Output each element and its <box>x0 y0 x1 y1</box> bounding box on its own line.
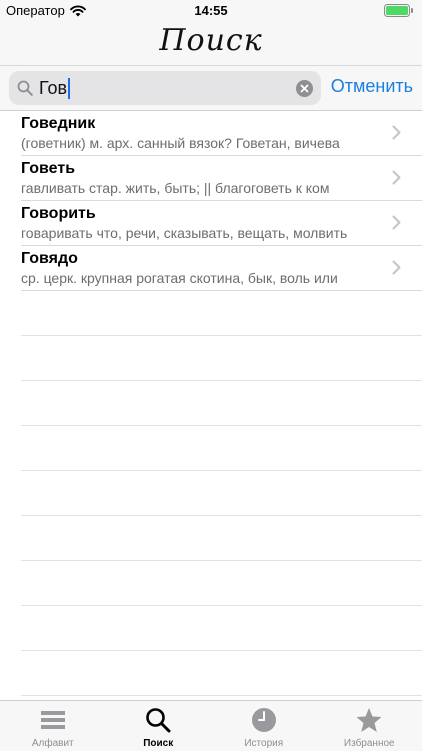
list-item-title: Говеть <box>21 160 75 178</box>
results-list: Говедник (говетник) м. арх. санный вязок… <box>0 111 422 696</box>
list-item-title: Говядо <box>21 250 78 268</box>
status-time: 14:55 <box>0 3 422 18</box>
list-icon <box>39 706 67 734</box>
empty-row <box>21 516 422 561</box>
list-item-subtitle: говаривать что, речи, сказывать, вещать,… <box>21 225 347 241</box>
tab-history[interactable]: История <box>211 701 317 751</box>
chevron-right-icon <box>392 170 401 185</box>
tab-alphabet[interactable]: Алфавит <box>0 701 106 751</box>
tab-label: Поиск <box>106 738 212 749</box>
text-caret <box>68 78 70 99</box>
list-item-subtitle: (говетник) м. арх. санный вязок? Говетан… <box>21 135 340 151</box>
chevron-right-icon <box>392 215 401 230</box>
chevron-right-icon <box>392 125 401 140</box>
empty-row <box>21 381 422 426</box>
empty-row <box>21 336 422 381</box>
tab-label: Алфавит <box>0 738 106 749</box>
page-title: Поиск <box>0 23 422 58</box>
list-item[interactable]: Говедник (говетник) м. арх. санный вязок… <box>21 111 422 156</box>
tab-label: История <box>211 738 317 749</box>
star-icon <box>355 706 383 734</box>
search-icon <box>144 706 172 734</box>
empty-row <box>21 471 422 516</box>
list-item[interactable]: Говядо ср. церк. крупная рогатая скотина… <box>21 246 422 291</box>
list-item[interactable]: Говеть гавливать стар. жить, быть; || бл… <box>21 156 422 201</box>
list-item-subtitle: гавливать стар. жить, быть; || благогове… <box>21 180 329 196</box>
chevron-right-icon <box>392 260 401 275</box>
empty-row <box>21 561 422 606</box>
search-input[interactable]: Гов <box>9 71 321 105</box>
tab-favorites[interactable]: Избранное <box>317 701 422 751</box>
empty-row <box>21 426 422 471</box>
list-item-title: Говорить <box>21 205 96 223</box>
list-item-title: Говедник <box>21 115 95 133</box>
list-item-subtitle: ср. церк. крупная рогатая скотина, бык, … <box>21 270 338 286</box>
empty-row <box>21 606 422 651</box>
search-value-wrapper: Гов <box>39 78 70 99</box>
search-value: Гов <box>39 78 67 99</box>
clear-icon[interactable] <box>296 80 313 97</box>
battery-icon <box>384 4 414 17</box>
navigation-bar: Поиск <box>0 22 422 66</box>
list-item[interactable]: Говорить говаривать что, речи, сказывать… <box>21 201 422 246</box>
tab-label: Избранное <box>317 738 422 749</box>
clock-icon <box>250 706 278 734</box>
empty-row <box>21 291 422 336</box>
magnifier-icon <box>17 80 33 96</box>
tab-search[interactable]: Поиск <box>106 701 212 751</box>
tab-bar: Алфавит Поиск История Избранное <box>0 700 422 751</box>
cancel-button[interactable]: Отменить <box>331 76 413 97</box>
search-bar: Гов Отменить <box>0 66 422 111</box>
empty-row <box>21 651 422 696</box>
status-bar: Оператор 14:55 <box>0 0 422 22</box>
